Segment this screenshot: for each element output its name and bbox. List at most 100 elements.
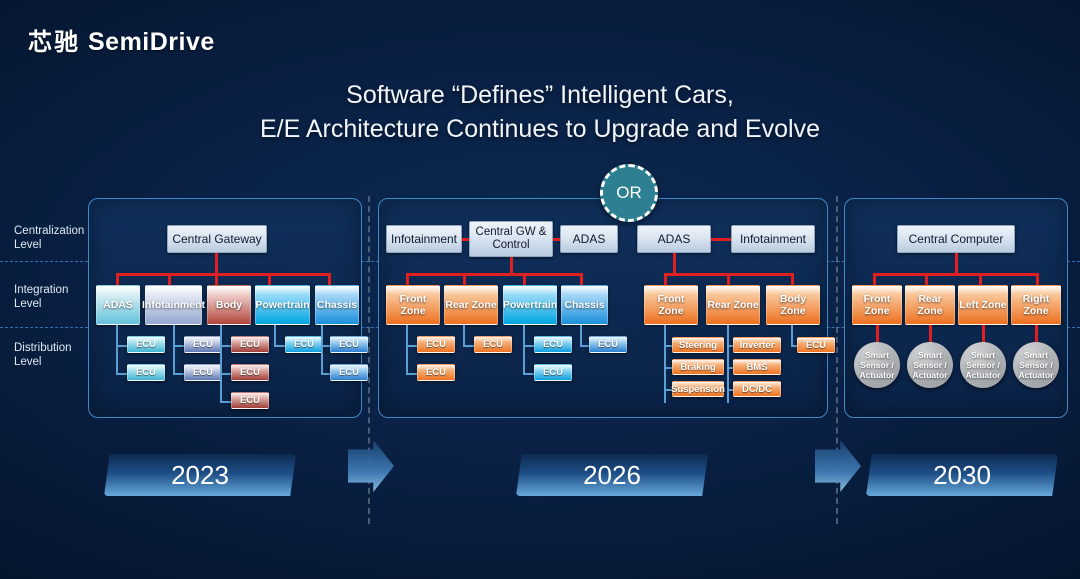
timeline-arrow-1 bbox=[348, 440, 394, 492]
domain-adas-2023[interactable]: ADAS bbox=[96, 285, 140, 325]
box-adas-2026b[interactable]: ADAS bbox=[637, 225, 711, 253]
ecu-infotainment-2[interactable]: ECU bbox=[184, 364, 222, 381]
red-link-info-gw bbox=[462, 238, 469, 241]
red-stem-2030 bbox=[955, 253, 958, 275]
red-link-adas-info-b bbox=[711, 238, 731, 241]
domain-infotainment-2023[interactable]: Infotainment bbox=[142, 285, 205, 325]
box-central-gw-control-2026a[interactable]: Central GW & Control bbox=[469, 221, 553, 257]
domain-right-zone-2030[interactable]: Right Zone bbox=[1011, 285, 1061, 325]
red-drop-rear-zone-2030 bbox=[925, 273, 928, 285]
red-bus-2023 bbox=[116, 273, 331, 276]
page-title: Software “Defines” Intelligent Cars, E/E… bbox=[0, 78, 1080, 146]
year-ribbon-2023[interactable]: 2023 bbox=[104, 454, 296, 496]
blue-stem-adas bbox=[116, 325, 118, 375]
brand-logo-cn: 芯驰 bbox=[28, 28, 80, 56]
box-infotainment-2026a[interactable]: Infotainment bbox=[386, 225, 462, 253]
smart-sensor-actuator-3[interactable]: Smart Sensor / Actuator bbox=[960, 342, 1006, 388]
timeline-arrow-2 bbox=[815, 440, 861, 492]
red-drop-powertrain-a bbox=[523, 273, 526, 285]
red-drop-front-zone-b bbox=[664, 273, 667, 285]
or-badge: OR bbox=[600, 164, 658, 222]
title-line-2: E/E Architecture Continues to Upgrade an… bbox=[259, 115, 821, 143]
box-central-gateway[interactable]: Central Gateway bbox=[167, 225, 267, 253]
ecu-powertrain-2026a-2[interactable]: ECU bbox=[534, 364, 572, 381]
ecu-adas-1[interactable]: ECU bbox=[127, 336, 165, 353]
box-infotainment-2026b[interactable]: Infotainment bbox=[731, 225, 815, 253]
panel-2030: Central Computer Front Zone Rear Zone Le… bbox=[844, 198, 1068, 418]
ecu-dcdc[interactable]: DC/DC bbox=[733, 381, 781, 397]
smart-sensor-actuator-1[interactable]: Smart Sensor / Actuator bbox=[854, 342, 900, 388]
ecu-chassis-2[interactable]: ECU bbox=[330, 364, 368, 381]
domain-body-zone-2026b[interactable]: Body Zone bbox=[766, 285, 820, 325]
ecu-body-zone-2026b[interactable]: ECU bbox=[797, 337, 835, 353]
domain-rear-zone-2026a[interactable]: Rear Zone bbox=[444, 285, 498, 325]
ecu-infotainment-1[interactable]: ECU bbox=[184, 336, 222, 353]
smart-sensor-actuator-4[interactable]: Smart Sensor / Actuator bbox=[1013, 342, 1059, 388]
domain-powertrain-2026a[interactable]: Powertrain bbox=[503, 285, 557, 325]
year-ribbon-2030[interactable]: 2030 bbox=[866, 454, 1058, 496]
domain-rear-zone-2026b[interactable]: Rear Zone bbox=[706, 285, 760, 325]
ecu-body-3[interactable]: ECU bbox=[231, 392, 269, 409]
domain-rear-zone-2026b-label: Rear Zone bbox=[707, 299, 759, 311]
ecu-front-zone-2026a-2[interactable]: ECU bbox=[417, 364, 455, 381]
red-link-gw-adas bbox=[553, 238, 560, 241]
ecu-braking[interactable]: Braking bbox=[672, 359, 724, 375]
red-drop-rear-zone-b bbox=[727, 273, 730, 285]
smart-sensor-actuator-2[interactable]: Smart Sensor / Actuator bbox=[907, 342, 953, 388]
ecu-body-1[interactable]: ECU bbox=[231, 336, 269, 353]
ecu-front-zone-2026a-1[interactable]: ECU bbox=[417, 336, 455, 353]
red-drop-left-zone-2030 bbox=[979, 273, 982, 285]
ecu-powertrain-2026a-1[interactable]: ECU bbox=[534, 336, 572, 353]
box-central-computer[interactable]: Central Computer bbox=[897, 225, 1015, 253]
domain-rear-zone-2030[interactable]: Rear Zone bbox=[905, 285, 955, 325]
blue-stem-body bbox=[220, 325, 222, 403]
red-drop-front-zone-2030 bbox=[873, 273, 876, 285]
red-drop-right-zone-2030 bbox=[1036, 273, 1039, 285]
red-drop-infotainment bbox=[168, 273, 171, 285]
ecu-adas-2[interactable]: ECU bbox=[127, 364, 165, 381]
brand-logo-en: SemiDrive bbox=[88, 28, 215, 56]
domain-front-zone-2026a-label: Front Zone bbox=[399, 293, 427, 317]
blue-stem-front-zone-a bbox=[406, 325, 408, 375]
ecu-body-2[interactable]: ECU bbox=[231, 364, 269, 381]
red-drop-body bbox=[215, 273, 218, 285]
blue-stem-chassis bbox=[321, 325, 323, 375]
box-adas-2026a[interactable]: ADAS bbox=[560, 225, 618, 253]
domain-front-zone-2030[interactable]: Front Zone bbox=[852, 285, 902, 325]
ecu-chassis-2026a-1[interactable]: ECU bbox=[589, 336, 627, 353]
slide-canvas: 芯驰 SemiDrive Software “Defines” Intellige… bbox=[0, 0, 1080, 579]
domain-rear-zone-2026a-label: Rear Zone bbox=[445, 299, 497, 311]
red-drop-chassis bbox=[328, 273, 331, 285]
domain-front-zone-2026b-label: Front Zone bbox=[657, 293, 685, 317]
ecu-suspension[interactable]: Suspension bbox=[671, 381, 725, 397]
title-line-1: Software “Defines” Intelligent Cars, bbox=[346, 81, 734, 109]
red-drop-body-zone-b bbox=[791, 273, 794, 285]
domain-front-zone-2026a[interactable]: Front Zone bbox=[386, 285, 440, 325]
ecu-inverter[interactable]: Inverter bbox=[733, 337, 781, 353]
red-drop-front-zone-a bbox=[406, 273, 409, 285]
domain-chassis-2026a[interactable]: Chassis bbox=[561, 285, 608, 325]
blue-stem-body-zone-b bbox=[791, 325, 793, 347]
blue-stem-rear-zone-b bbox=[727, 325, 729, 403]
domain-body-2023[interactable]: Body bbox=[207, 285, 251, 325]
year-ribbon-2026[interactable]: 2026 bbox=[516, 454, 708, 496]
domain-front-zone-2026b[interactable]: Front Zone bbox=[644, 285, 698, 325]
panel-2023: Central Gateway ADAS Infotainment Body P… bbox=[88, 198, 368, 418]
panel-2026: Infotainment Central GW & Control ADAS F… bbox=[378, 198, 835, 418]
red-stem-gateway bbox=[215, 253, 218, 275]
ecu-chassis-1[interactable]: ECU bbox=[330, 336, 368, 353]
ecu-rear-zone-2026a-1[interactable]: ECU bbox=[474, 336, 512, 353]
domain-left-zone-2030[interactable]: Left Zone bbox=[958, 285, 1008, 325]
blue-stem-front-zone-b bbox=[664, 325, 666, 403]
red-drop-powertrain bbox=[268, 273, 271, 285]
ecu-powertrain-1[interactable]: ECU bbox=[285, 336, 323, 353]
blue-stem-chassis-a bbox=[580, 325, 582, 347]
domain-body-zone-2026b-label: Body Zone bbox=[779, 293, 807, 317]
domain-powertrain-2023[interactable]: Powertrain bbox=[255, 285, 310, 325]
red-drop-adas bbox=[116, 273, 119, 285]
blue-stem-rear-zone-a bbox=[463, 325, 465, 347]
ecu-bms[interactable]: BMS bbox=[733, 359, 781, 375]
domain-chassis-2023[interactable]: Chassis bbox=[315, 285, 359, 325]
blue-stem-powertrain-a bbox=[523, 325, 525, 375]
ecu-steering[interactable]: Steering bbox=[672, 337, 724, 353]
